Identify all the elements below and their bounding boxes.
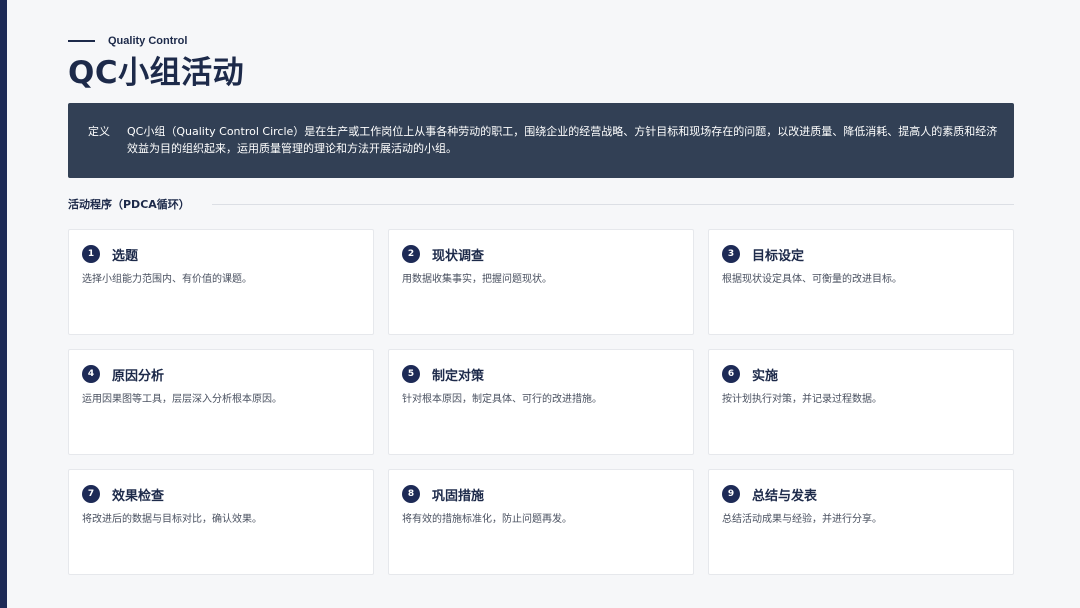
step-description: 将改进后的数据与目标对比，确认效果。	[82, 514, 262, 525]
step-number-badge: 3	[722, 245, 740, 263]
step-title: 原因分析	[112, 368, 165, 384]
step-header: 3 目标设定	[722, 245, 805, 264]
definition-label: 定义	[88, 125, 110, 138]
step-description: 用数据收集事实，把握问题现状。	[402, 274, 552, 285]
step-description: 按计划执行对策，并记录过程数据。	[722, 394, 882, 405]
step-title: 目标设定	[752, 248, 805, 264]
step-header: 8 巩固措施	[402, 485, 485, 504]
subtitle-row: Quality Control	[68, 34, 187, 48]
step-description: 根据现状设定具体、可衡量的改进目标。	[722, 274, 902, 285]
section-title: 活动程序（PDCA循环）	[68, 198, 190, 211]
step-title: 现状调查	[432, 248, 485, 264]
page: Quality Control QC小组活动 定义 QC小组（Quality C…	[68, 0, 1014, 608]
step-title: 效果检查	[112, 488, 165, 504]
step-number-badge: 9	[722, 485, 740, 503]
step-card-9: 9 总结与发表 总结活动成果与经验，并进行分享。	[708, 469, 1014, 575]
step-title: 制定对策	[432, 368, 485, 384]
page-subtitle: Quality Control	[108, 35, 188, 47]
step-card-1: 1 选题 选择小组能力范围内、有价值的课题。	[68, 229, 374, 335]
step-description: 针对根本原因，制定具体、可行的改进措施。	[402, 394, 602, 405]
step-title: 实施	[752, 368, 779, 384]
definition-text: QC小组（Quality Control Circle）是在生产或工作岗位上从事…	[127, 125, 998, 155]
step-header: 2 现状调查	[402, 245, 485, 264]
step-description: 总结活动成果与经验，并进行分享。	[722, 514, 882, 525]
step-title: 总结与发表	[752, 488, 818, 504]
step-card-2: 2 现状调查 用数据收集事实，把握问题现状。	[388, 229, 694, 335]
page-title: QC小组活动	[68, 55, 245, 91]
step-card-5: 5 制定对策 针对根本原因，制定具体、可行的改进措施。	[388, 349, 694, 455]
step-title: 巩固措施	[432, 488, 485, 504]
step-number-badge: 8	[402, 485, 420, 503]
section-divider	[211, 203, 1014, 205]
definition-box: 定义 QC小组（Quality Control Circle）是在生产或工作岗位…	[68, 103, 1014, 178]
step-number-badge: 4	[82, 365, 100, 383]
subtitle-dash	[68, 40, 95, 42]
step-number-badge: 7	[82, 485, 100, 503]
step-number-badge: 2	[402, 245, 420, 263]
step-title: 选题	[112, 248, 139, 264]
step-number-badge: 5	[402, 365, 420, 383]
step-description: 选择小组能力范围内、有价值的课题。	[82, 274, 252, 285]
step-header: 9 总结与发表	[722, 485, 818, 504]
step-header: 7 效果检查	[82, 485, 165, 504]
step-card-6: 6 实施 按计划执行对策，并记录过程数据。	[708, 349, 1014, 455]
step-number-badge: 1	[82, 245, 100, 263]
step-card-8: 8 巩固措施 将有效的措施标准化，防止问题再发。	[388, 469, 694, 575]
step-card-4: 4 原因分析 运用因果图等工具，层层深入分析根本原因。	[68, 349, 374, 455]
step-header: 1 选题	[82, 245, 139, 264]
step-header: 4 原因分析	[82, 365, 165, 384]
step-description: 运用因果图等工具，层层深入分析根本原因。	[82, 394, 282, 405]
step-card-7: 7 效果检查 将改进后的数据与目标对比，确认效果。	[68, 469, 374, 575]
step-header: 6 实施	[722, 365, 779, 384]
step-description: 将有效的措施标准化，防止问题再发。	[402, 514, 572, 525]
left-accent-bar	[0, 0, 7, 608]
section-header: 活动程序（PDCA循环）	[68, 196, 1014, 212]
step-header: 5 制定对策	[402, 365, 485, 384]
step-number-badge: 6	[722, 365, 740, 383]
step-card-3: 3 目标设定 根据现状设定具体、可衡量的改进目标。	[708, 229, 1014, 335]
